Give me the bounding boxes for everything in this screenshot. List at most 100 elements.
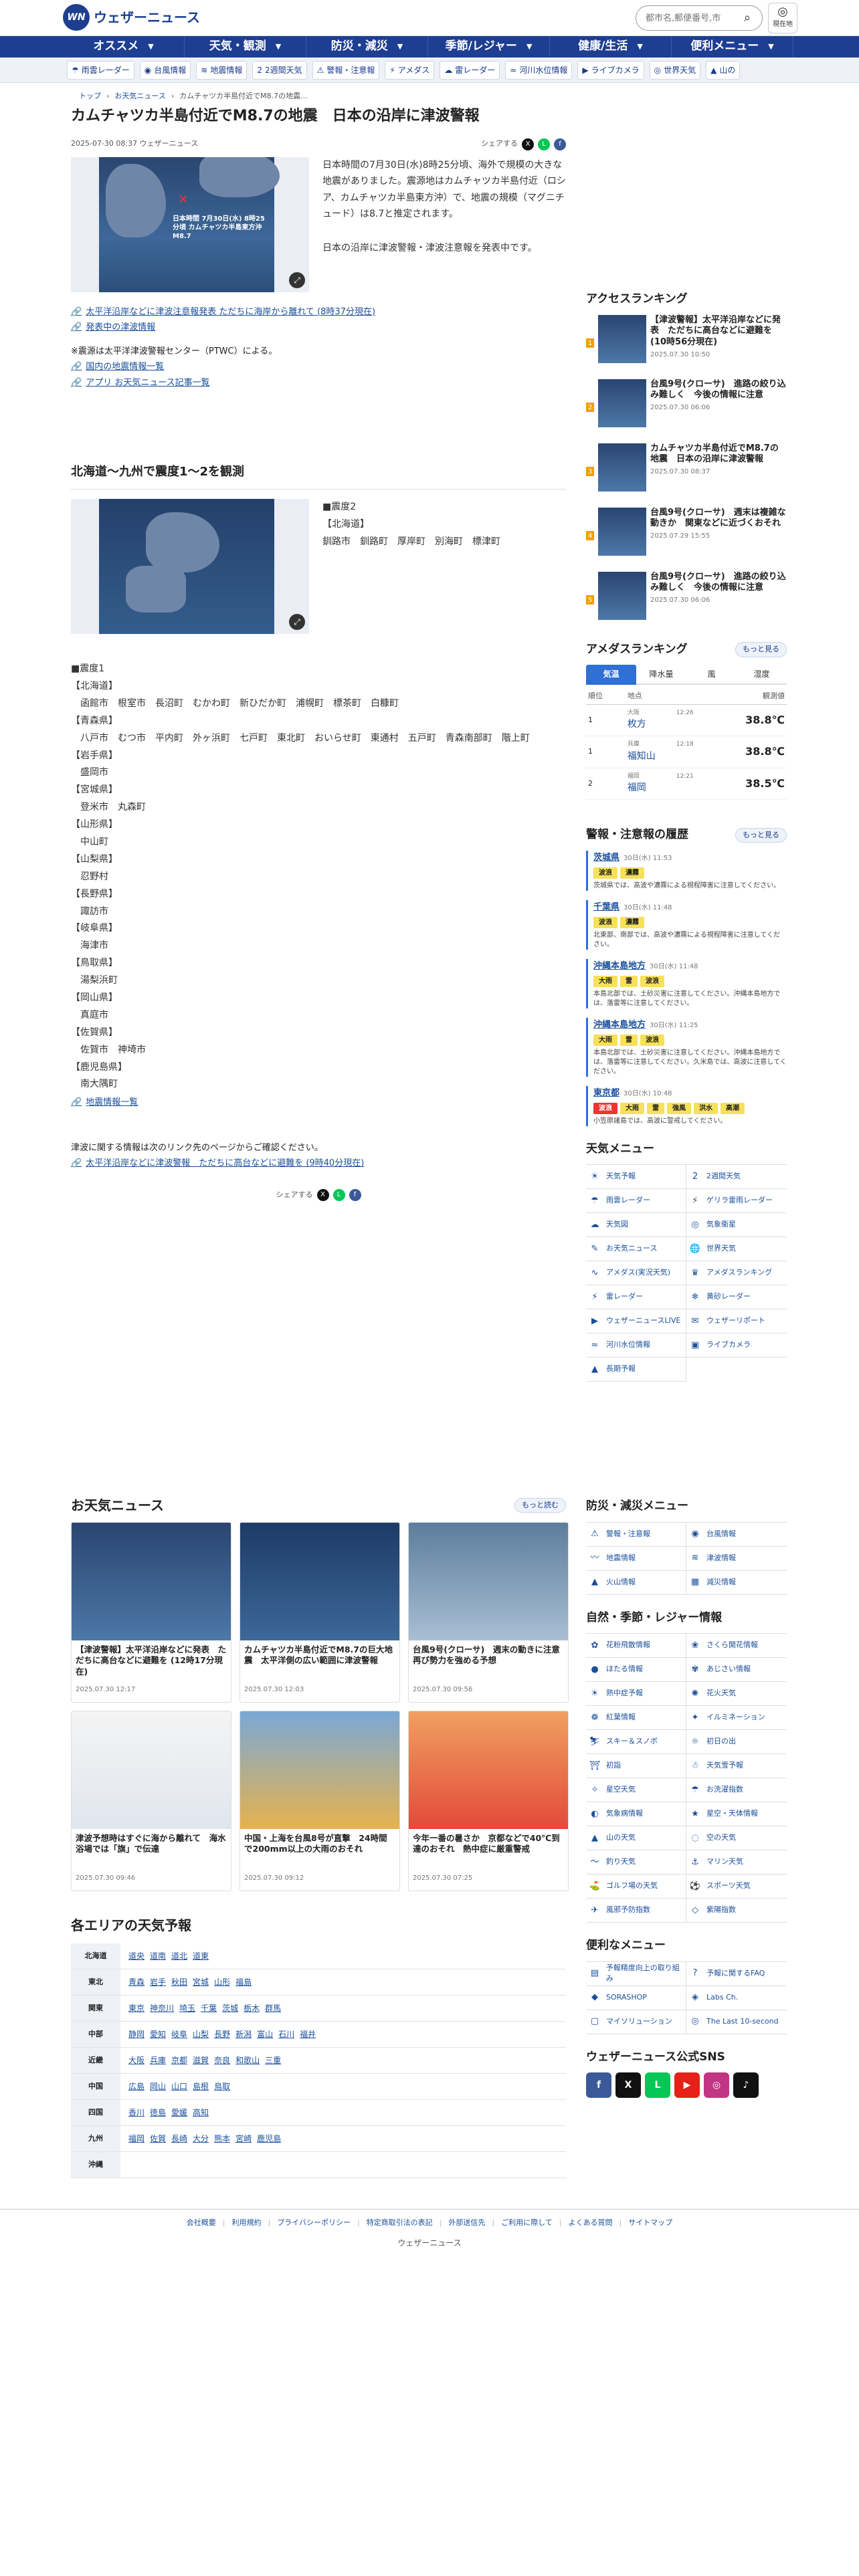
gnav-item[interactable]: オススメ ▼ [63, 36, 185, 58]
menu-item[interactable]: 〜釣り天気 [586, 1850, 686, 1874]
pref-link[interactable]: 長野 [214, 2028, 230, 2040]
subnav-item[interactable]: ▲ 山の [706, 60, 741, 80]
menu-item[interactable]: ✎ お天気ニュース [586, 1237, 686, 1261]
sns-icon[interactable]: ▶ [674, 2072, 700, 2098]
pref-link[interactable]: 大分 [193, 2133, 209, 2145]
subnav-item[interactable]: ☁ 雷レーダー [440, 60, 500, 80]
pref-link[interactable]: 三重 [265, 2054, 281, 2066]
warn-more-button[interactable]: もっと見る [735, 827, 787, 843]
quake-list-link[interactable]: 🔗 地震情報一覧 [71, 1096, 566, 1109]
gnav-item[interactable]: 季節/レジャー ▼ [428, 36, 550, 58]
gnav-item[interactable]: 天気・観測 ▼ [185, 36, 306, 58]
news-card[interactable]: 【津波警報】太平洋沿岸などに発表 ただちに高台などに避難を (12時17分現在)… [71, 1522, 231, 1703]
subnav-item[interactable]: ▶ ライブカメラ [577, 60, 644, 80]
warning-item[interactable]: 東京都 30日(水) 10:48 波浪 大雨雷強風 洪水 高潮 小笠原諸島では、高波に警戒し… [586, 1085, 787, 1126]
menu-item[interactable]: ▲ 長期予報 [586, 1358, 686, 1382]
menu-item[interactable]: ◇ 紫陽指数 [686, 1899, 787, 1923]
pref-link[interactable]: 岡山 [150, 2080, 166, 2092]
gnav-item[interactable]: 防災・減災 ▼ [306, 36, 428, 58]
pref-link[interactable]: 島根 [193, 2080, 209, 2092]
pref-link[interactable]: 熊本 [214, 2133, 230, 2145]
x-share-icon[interactable]: X [522, 138, 534, 150]
news-card[interactable]: 津波予想時はすぐに海から離れて 海水浴場では「旗」で伝達 2025.07.30 0… [71, 1711, 231, 1891]
pref-link[interactable]: 福島 [235, 1976, 252, 1988]
menu-item[interactable]: ☀ 天気予報 [586, 1165, 686, 1189]
menu-item[interactable]: ✧ 星空天気 [586, 1778, 686, 1802]
menu-item[interactable]: 2 2週間天気 [686, 1165, 787, 1189]
menu-item[interactable]: ✺ 花火天気 [686, 1682, 787, 1706]
menu-item[interactable]: ♛ アメダスランキング [686, 1261, 787, 1285]
menu-item[interactable]: ▦ 減災情報 [686, 1571, 787, 1595]
site-logo[interactable]: WN ウェザーニュース [63, 4, 200, 31]
footer-link[interactable]: 外部送信先 [448, 2218, 485, 2229]
gnav-item[interactable]: 便利メニュー ▼ [672, 36, 793, 58]
subnav-item[interactable]: ⚡ アメダス [385, 60, 435, 80]
pref-link[interactable]: 京都 [171, 2054, 187, 2066]
menu-item[interactable]: ⛷ スキー＆スノボ [586, 1730, 686, 1754]
subnav-item[interactable]: ◎ 世界天気 [649, 60, 701, 80]
menu-item[interactable]: ✈ 風邪予防指数 [586, 1899, 686, 1923]
footer-link[interactable]: ご利用に際して [501, 2218, 553, 2229]
article-link[interactable]: 🔗 太平洋沿岸などに津波注意報発表 ただちに海岸から離れて (8時37分現在) [71, 306, 566, 319]
menu-item[interactable]: ⚠ 警報・注意報 [586, 1522, 686, 1547]
menu-item[interactable]: ▲ 火山情報 [586, 1570, 686, 1595]
pref-link[interactable]: 香川 [128, 2107, 145, 2119]
menu-item[interactable]: ⛩ 初詣 [586, 1754, 686, 1778]
footer-link[interactable]: 特定商取引法の表記 [367, 2218, 433, 2229]
menu-item[interactable]: ⛳ ゴルフ場の天気 [586, 1874, 686, 1899]
zoom-icon[interactable]: ⤢ [289, 614, 305, 631]
menu-item[interactable]: ★ 星空・天体情報 [686, 1802, 787, 1826]
pref-link[interactable]: 秋田 [171, 1976, 187, 1988]
zoom-icon[interactable]: ⤢ [289, 272, 305, 288]
subnav-item[interactable]: ≈ 河川水位情報 [505, 60, 573, 80]
footer-link[interactable]: よくある質問 [569, 2218, 613, 2229]
menu-item[interactable]: ☂ 雨雲レーダー [586, 1189, 686, 1213]
sns-icon[interactable]: f [586, 2072, 611, 2098]
menu-item[interactable]: ◎ 気象衛星 [686, 1213, 787, 1237]
menu-item[interactable]: ▶ ウェザーニュースLIVE [586, 1309, 686, 1333]
menu-item[interactable]: ◌ 空の天気 [686, 1826, 787, 1850]
menu-item[interactable]: ◎ The Last 10-second [686, 2010, 787, 2034]
menu-item[interactable]: 〰地震情報 [586, 1546, 686, 1571]
pref-link[interactable]: 兵庫 [150, 2054, 166, 2066]
pref-link[interactable]: 鳥取 [214, 2080, 230, 2092]
subnav-item[interactable]: ≋ 地震情報 [196, 60, 248, 80]
menu-item[interactable]: ∿ アメダス(実況天気) [586, 1261, 686, 1285]
pref-link[interactable]: 宮崎 [235, 2133, 252, 2145]
sns-icon[interactable]: ◎ [704, 2072, 729, 2098]
subnav-item[interactable]: ☂ 雨雲レーダー [67, 60, 134, 80]
menu-item[interactable]: ⚽ スポーツ天気 [686, 1874, 787, 1899]
pref-link[interactable]: 栃木 [244, 2002, 260, 2014]
warning-item[interactable]: 沖縄本島地方 30日(水) 11:48 大雨雷波浪 本島北部では、土砂災害に注意してく… [586, 958, 787, 1008]
pref-link[interactable]: 奈良 [214, 2054, 230, 2066]
menu-item[interactable]: ▣ ライブカメラ [686, 1333, 787, 1358]
pref-link[interactable]: 青森 [128, 1976, 145, 1988]
menu-item[interactable]: ❄ 黄砂レーダー [686, 1285, 787, 1309]
subnav-item[interactable]: ⚠ 警報・注意報 [312, 60, 380, 80]
menu-item[interactable]: ▲ 山の天気 [586, 1826, 686, 1850]
pref-link[interactable]: 埼玉 [179, 2002, 195, 2014]
pref-link[interactable]: 東京 [128, 2002, 145, 2014]
amedas-tab[interactable]: 風 [686, 665, 737, 685]
search-icon[interactable]: ⌕ [737, 8, 757, 28]
menu-item[interactable]: ✉ ウェザーリポート [686, 1309, 787, 1333]
pref-link[interactable]: 徳島 [150, 2107, 166, 2119]
pref-link[interactable]: 岩手 [150, 1976, 166, 1988]
sns-icon[interactable]: ♪ [733, 2072, 759, 2098]
pref-link[interactable]: 鹿児島 [257, 2133, 281, 2145]
pref-link[interactable]: 福井 [300, 2028, 316, 2040]
menu-item[interactable]: ◉ 台風情報 [686, 1523, 787, 1547]
news-card[interactable]: 今年一番の暑さか 京都などで40℃到達のおそれ 熱中症に厳重警戒 2025.07.… [408, 1711, 569, 1891]
pref-link[interactable]: 山梨 [193, 2028, 209, 2040]
ranking-item[interactable]: 1 【津波警報】太平洋沿岸などに発表 ただちに高台などに避難を (10時56分現在… [586, 314, 787, 371]
pref-link[interactable]: 宮城 [193, 1976, 209, 1988]
menu-item[interactable]: ≈ 河川水位情報 [586, 1333, 686, 1358]
facebook-share-icon[interactable]: f [554, 138, 566, 150]
pref-link[interactable]: 道央 [128, 1950, 145, 1962]
line-share-icon[interactable]: L [538, 138, 550, 150]
ranking-item[interactable]: 3 カムチャツカ半島付近でM8.7の地震 日本の沿岸に津波警報 2025.07.30… [586, 443, 787, 500]
menu-item[interactable]: ✦ イルミネーション [686, 1706, 787, 1730]
gnav-item[interactable]: 健康/生活 ▼ [550, 36, 672, 58]
breadcrumb-item[interactable]: お天気ニュース [114, 91, 165, 102]
pref-link[interactable]: 石川 [278, 2028, 294, 2040]
